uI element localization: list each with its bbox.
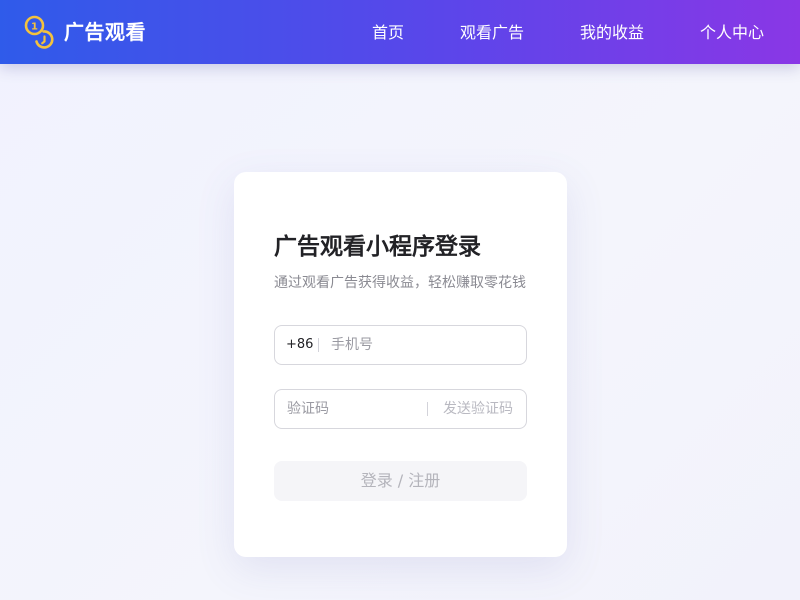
verification-code-field: 发送验证码	[274, 389, 527, 429]
nav-item-watch-ads[interactable]: 观看广告	[460, 21, 524, 45]
nav-item-personal-center[interactable]: 个人中心	[700, 21, 764, 45]
nav-item-my-earnings[interactable]: 我的收益	[580, 21, 644, 45]
code-divider	[427, 402, 428, 416]
brand[interactable]: 1 广告观看	[24, 15, 146, 49]
phone-input[interactable]	[331, 326, 516, 364]
svg-text:1: 1	[31, 22, 38, 33]
login-subtitle: 通过观看广告获得收益，轻松赚取零花钱	[274, 275, 526, 291]
top-navbar: 1 广告观看 首页 观看广告 我的收益 个人中心	[0, 0, 800, 64]
login-card: 广告观看小程序登录 通过观看广告获得收益，轻松赚取零花钱 +86 发送验证码 登…	[234, 172, 567, 557]
login-register-button[interactable]: 登录 / 注册	[274, 461, 527, 501]
phone-field: +86	[274, 325, 527, 365]
login-title: 广告观看小程序登录	[274, 234, 481, 260]
phone-divider	[318, 338, 319, 352]
country-code-selector[interactable]: +86	[286, 326, 313, 364]
verification-code-input[interactable]	[287, 390, 422, 428]
brand-name: 广告观看	[64, 20, 146, 44]
nav-item-home[interactable]: 首页	[372, 21, 404, 45]
send-code-button[interactable]: 发送验证码	[443, 390, 513, 428]
coins-icon: 1	[24, 15, 54, 49]
